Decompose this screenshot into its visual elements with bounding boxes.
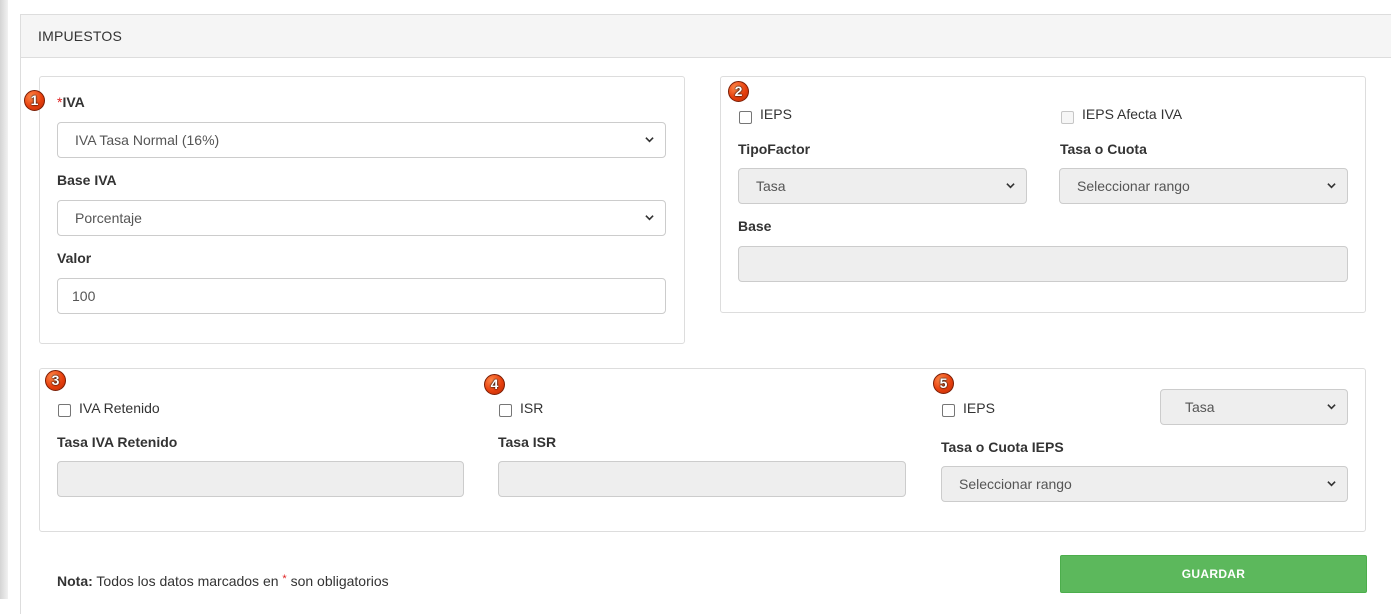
ieps-afecta-iva-label: IEPS Afecta IVA bbox=[1082, 106, 1183, 122]
badge-2-icon: 2 bbox=[728, 81, 749, 102]
badge-5-icon: 5 bbox=[933, 373, 954, 394]
iva-label: *IVA bbox=[57, 94, 85, 110]
ieps-afecta-iva-checkbox[interactable] bbox=[1061, 111, 1074, 124]
chevron-down-icon bbox=[645, 215, 654, 221]
tasa-iva-retenido-label: Tasa IVA Retenido bbox=[57, 434, 178, 450]
iva-select[interactable]: IVA Tasa Normal (16%) bbox=[57, 122, 666, 158]
isr-checkbox-label: ISR bbox=[520, 400, 544, 416]
chevron-down-icon bbox=[1327, 481, 1336, 487]
tasa-cuota-select[interactable]: Seleccionar rango bbox=[1059, 168, 1348, 204]
valor-label: Valor bbox=[57, 250, 92, 266]
tasa-cuota-ieps-select[interactable]: Seleccionar rango bbox=[941, 466, 1348, 502]
valor-input[interactable]: 100 bbox=[57, 278, 666, 314]
chevron-down-icon bbox=[1327, 404, 1336, 410]
page-left-edge bbox=[0, 0, 8, 599]
ieps-retenido-checkbox-label: IEPS bbox=[963, 400, 995, 416]
ieps-checkbox[interactable] bbox=[739, 111, 752, 124]
panel-title: IMPUESTOS bbox=[20, 14, 1391, 58]
save-button[interactable]: GUARDAR bbox=[1060, 555, 1367, 593]
ieps-base-label: Base bbox=[738, 218, 772, 234]
chevron-down-icon bbox=[1327, 183, 1336, 189]
badge-1-icon: 1 bbox=[24, 90, 45, 111]
tasa-cuota-label: Tasa o Cuota bbox=[1060, 141, 1147, 157]
iva-retenido-checkbox-label: IVA Retenido bbox=[79, 400, 160, 416]
required-note: Nota: Todos los datos marcados en * son … bbox=[57, 573, 389, 589]
ieps-base-input[interactable] bbox=[738, 246, 1348, 282]
tasa-isr-label: Tasa ISR bbox=[498, 434, 557, 450]
iva-retenido-checkbox[interactable] bbox=[58, 404, 71, 417]
ieps-retenido-checkbox[interactable] bbox=[942, 404, 955, 417]
base-iva-label: Base IVA bbox=[57, 172, 117, 188]
ieps-tipo-select[interactable]: Tasa bbox=[1160, 389, 1348, 425]
tasa-isr-input[interactable] bbox=[498, 461, 906, 497]
tipo-factor-label: TipoFactor bbox=[738, 141, 811, 157]
tipo-factor-select[interactable]: Tasa bbox=[738, 168, 1027, 204]
badge-3-icon: 3 bbox=[45, 370, 66, 391]
base-iva-select[interactable]: Porcentaje bbox=[57, 200, 666, 236]
chevron-down-icon bbox=[645, 137, 654, 143]
tasa-cuota-ieps-label: Tasa o Cuota IEPS bbox=[941, 439, 1064, 455]
tasa-iva-retenido-input[interactable] bbox=[57, 461, 464, 497]
isr-checkbox[interactable] bbox=[499, 404, 512, 417]
ieps-checkbox-label: IEPS bbox=[760, 106, 792, 122]
badge-4-icon: 4 bbox=[484, 374, 505, 395]
chevron-down-icon bbox=[1006, 183, 1015, 189]
